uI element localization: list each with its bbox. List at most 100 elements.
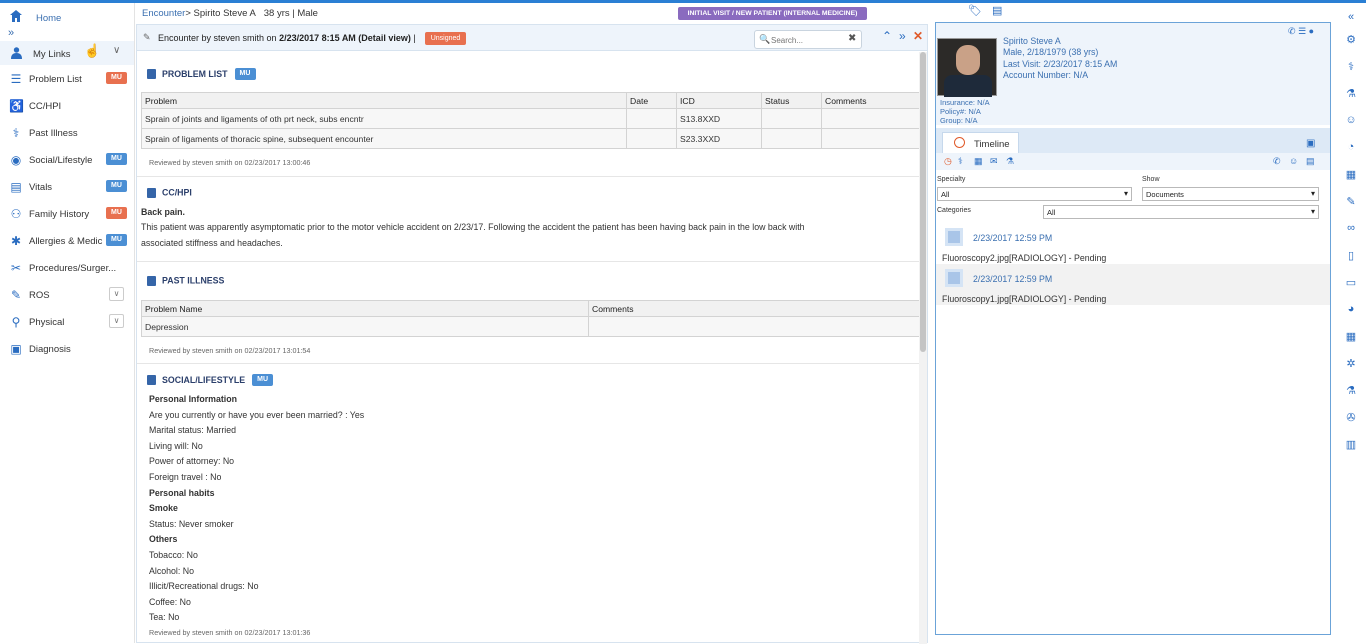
- cogs-icon[interactable]: ✲: [1344, 357, 1358, 370]
- patient-photo: [937, 38, 997, 97]
- social-line: Status: Never smoker: [149, 518, 234, 529]
- social-line: Tobacco: No: [149, 550, 198, 560]
- mu-badge: MU: [106, 234, 127, 246]
- sidebar-item-procedures[interactable]: ✂ Procedures/Surger...: [0, 258, 134, 280]
- specialty-label: Specialty: [937, 176, 966, 183]
- phone-icon[interactable]: ✆: [1288, 26, 1296, 36]
- sidebar-item-family-history[interactable]: ⚇ Family History MU: [0, 204, 134, 226]
- tab-timeline[interactable]: Timeline: [942, 132, 1019, 153]
- family-icon: ⚇: [10, 207, 22, 221]
- reviewed-note: Reviewed by steven smith on 02/23/2017 1…: [149, 346, 311, 355]
- stethoscope-icon[interactable]: ⚕: [1344, 60, 1358, 73]
- sidebar-my-links[interactable]: My Links ☝ ∨: [0, 41, 134, 65]
- status-dot-icon[interactable]: ●: [1309, 26, 1314, 36]
- timeline-entry[interactable]: 2/23/2017 12:59 PM Fluoroscopy1.jpg[RADI…: [936, 264, 1330, 305]
- menu-icon[interactable]: ☰: [1298, 26, 1306, 36]
- sidebar-item-vitals[interactable]: ▤ Vitals MU: [0, 177, 134, 199]
- top-accent-line: [0, 0, 1366, 3]
- wrench-icon[interactable]: ✇: [1344, 411, 1358, 424]
- section-title: PAST ILLNESS: [162, 275, 225, 286]
- lab-filter-icon[interactable]: ⚗: [1006, 156, 1014, 167]
- mu-badge: MU: [106, 207, 127, 219]
- collapse-left-icon[interactable]: «: [1344, 11, 1358, 23]
- flask-icon[interactable]: ⚗: [1344, 87, 1358, 100]
- table-cell: [821, 108, 919, 129]
- section-divider: [137, 176, 919, 177]
- entry-date: 2/23/2017 12:59 PM: [973, 233, 1053, 243]
- book-icon[interactable]: ▥: [1344, 438, 1358, 451]
- column-header: Comments: [588, 300, 919, 317]
- clock-filter-icon[interactable]: ◷: [944, 156, 952, 167]
- calendar-icon[interactable]: ▦: [1344, 168, 1358, 181]
- expand-right-icon[interactable]: »: [899, 29, 906, 43]
- social-line: Personal Information: [149, 394, 237, 404]
- physical-dropdown-toggle[interactable]: ∨: [109, 314, 124, 328]
- header-separator: |: [292, 8, 295, 19]
- tag-icon[interactable]: 🏷: [968, 4, 982, 17]
- collapse-up-icon[interactable]: ⌃: [882, 29, 892, 43]
- sidebar-item-diagnosis[interactable]: ▣ Diagnosis: [0, 339, 134, 361]
- expand-sidebar-icon[interactable]: »: [8, 27, 14, 39]
- sidebar-item-ros[interactable]: ✎ ROS ∨: [0, 285, 134, 307]
- column-header: Date: [626, 92, 677, 109]
- clear-search-icon[interactable]: ✖: [848, 33, 856, 44]
- sidebar-item-social-lifestyle[interactable]: ◉ Social/Lifestyle MU: [0, 150, 134, 172]
- book-icon: [147, 275, 156, 286]
- scrollbar[interactable]: [919, 52, 927, 644]
- globe-icon: ◉: [10, 153, 22, 167]
- lab-icon[interactable]: ⚗: [1344, 384, 1358, 397]
- clipboard-icon[interactable]: ▤: [992, 4, 1002, 17]
- sidebar-item-problem-list[interactable]: ☰ Problem List MU: [0, 69, 134, 91]
- document-filter-icon[interactable]: ▤: [1306, 156, 1315, 167]
- mobile-icon[interactable]: ▯: [1344, 249, 1358, 262]
- social-line: Are you currently or have you ever been …: [149, 409, 365, 420]
- table-row: Sprain of joints and ligaments of oth pr…: [141, 108, 919, 129]
- dashboard-icon[interactable]: ◔: [1344, 141, 1358, 153]
- sidebar-item-physical[interactable]: ⚲ Physical ∨: [0, 312, 134, 334]
- table-cell: [761, 128, 822, 149]
- stethoscope-filter-icon[interactable]: ⚕: [958, 156, 963, 167]
- credit-card-icon[interactable]: ▭: [1344, 276, 1358, 289]
- sidebar-home[interactable]: Home: [8, 9, 128, 29]
- insurance-info: Insurance: N/A Policy#: N/A Group: N/A: [940, 98, 990, 125]
- entry-file[interactable]: Fluoroscopy1.jpg[RADIOLOGY] - Pending: [942, 294, 1106, 304]
- chevron-down-icon[interactable]: ∨: [113, 45, 120, 56]
- camera-icon[interactable]: ▣: [1306, 138, 1315, 149]
- sidebar-item-cc-hpi[interactable]: ♿ CC/HPI: [0, 96, 134, 118]
- scrollbar-thumb[interactable]: [920, 52, 926, 352]
- close-icon[interactable]: ✕: [913, 29, 923, 43]
- breadcrumb-encounter-link[interactable]: Encounter: [142, 8, 185, 19]
- sidebar-item-label: Diagnosis: [29, 344, 71, 355]
- ros-dropdown-toggle[interactable]: ∨: [109, 287, 124, 301]
- show-select[interactable]: Documents ▾: [1142, 187, 1319, 201]
- encounter-body: PROBLEM LIST MU Problem Date ICD Status C…: [137, 52, 919, 644]
- person-filter-icon[interactable]: ☺: [1289, 156, 1298, 166]
- specialty-select[interactable]: All ▾: [937, 187, 1132, 201]
- social-line: Personal habits: [149, 487, 215, 498]
- search-input[interactable]: [771, 34, 845, 46]
- patient-name[interactable]: Spirito Steve A: [1003, 36, 1117, 47]
- section-title: SOCIAL/LIFESTYLE: [162, 375, 246, 385]
- timeline-entry[interactable]: 2/23/2017 12:59 PM Fluoroscopy2.jpg[RADI…: [936, 223, 1330, 264]
- gear-icon[interactable]: ⚙: [1344, 33, 1358, 46]
- edit-icon[interactable]: ✎: [1344, 195, 1358, 208]
- table-cell: [821, 128, 919, 149]
- policy: Policy#: N/A: [940, 107, 981, 116]
- encounter-panel: ✎ Encounter by steven smith on 2/23/2017…: [136, 24, 928, 644]
- sidebar-item-past-illness[interactable]: ⚕ Past Illness: [0, 123, 134, 145]
- link-icon[interactable]: ∞: [1344, 222, 1358, 234]
- entry-file[interactable]: Fluoroscopy2.jpg[RADIOLOGY] - Pending: [942, 253, 1106, 263]
- categories-select[interactable]: All ▾: [1043, 205, 1319, 219]
- gauge-icon[interactable]: ◕: [1344, 303, 1358, 315]
- allergy-icon: ✱: [10, 234, 22, 248]
- tab-label: Timeline: [974, 139, 1010, 150]
- phone-filter-icon[interactable]: ✆: [1273, 156, 1281, 167]
- sidebar-item-allergies[interactable]: ✱ Allergies & Medic MU: [0, 231, 134, 253]
- mail-filter-icon[interactable]: ✉: [990, 156, 998, 167]
- table-cell: [626, 128, 677, 149]
- table-cell: [626, 108, 677, 129]
- calendar-filter-icon[interactable]: ▦: [974, 156, 983, 167]
- doctor-icon[interactable]: ☺: [1344, 114, 1358, 126]
- grid-icon[interactable]: ▦: [1344, 330, 1358, 343]
- mouse-cursor-icon: ☝: [84, 43, 101, 58]
